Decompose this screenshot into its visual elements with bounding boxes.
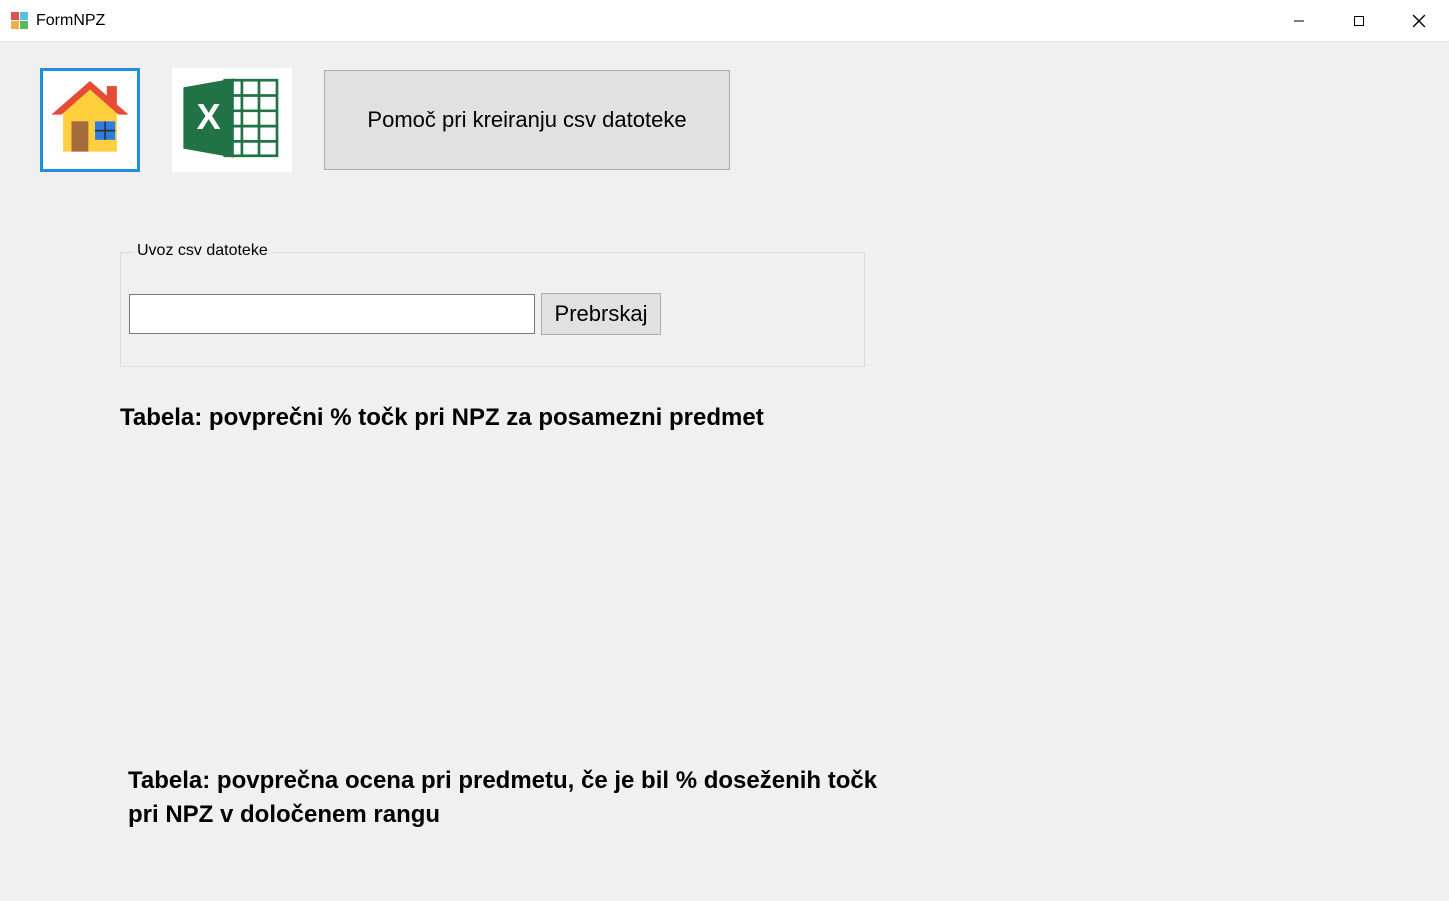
table1-heading: Tabela: povprečni % točk pri NPZ za posa…: [120, 404, 1020, 432]
window-title: FormNPZ: [36, 12, 105, 30]
import-csv-label: Uvoz csv datoteke: [133, 242, 272, 260]
excel-icon: X: [177, 73, 287, 168]
svg-text:X: X: [197, 95, 221, 136]
browse-button[interactable]: Prebrskaj: [541, 293, 661, 335]
maximize-button[interactable]: [1329, 0, 1389, 41]
file-path-input[interactable]: [129, 294, 535, 334]
titlebar-left: FormNPZ: [10, 12, 105, 30]
table2-heading: Tabela: povprečna ocena pri predmetu, če…: [128, 764, 908, 831]
import-row: Prebrskaj: [121, 253, 864, 335]
toolbar-row: X Pomoč pri kreiranju csv datoteke: [0, 42, 1449, 172]
home-icon: [48, 76, 132, 165]
help-csv-button[interactable]: Pomoč pri kreiranju csv datoteke: [324, 70, 730, 170]
window-controls: [1269, 0, 1449, 41]
import-csv-groupbox: Uvoz csv datoteke Prebrskaj: [120, 252, 865, 367]
client-area: X Pomoč pri kreiranju csv datoteke Uvoz …: [0, 42, 1449, 901]
close-button[interactable]: [1389, 0, 1449, 41]
home-button[interactable]: [40, 68, 140, 172]
excel-button[interactable]: X: [172, 68, 292, 172]
minimize-button[interactable]: [1269, 0, 1329, 41]
forms-app-icon: [10, 12, 28, 30]
titlebar: FormNPZ: [0, 0, 1449, 42]
